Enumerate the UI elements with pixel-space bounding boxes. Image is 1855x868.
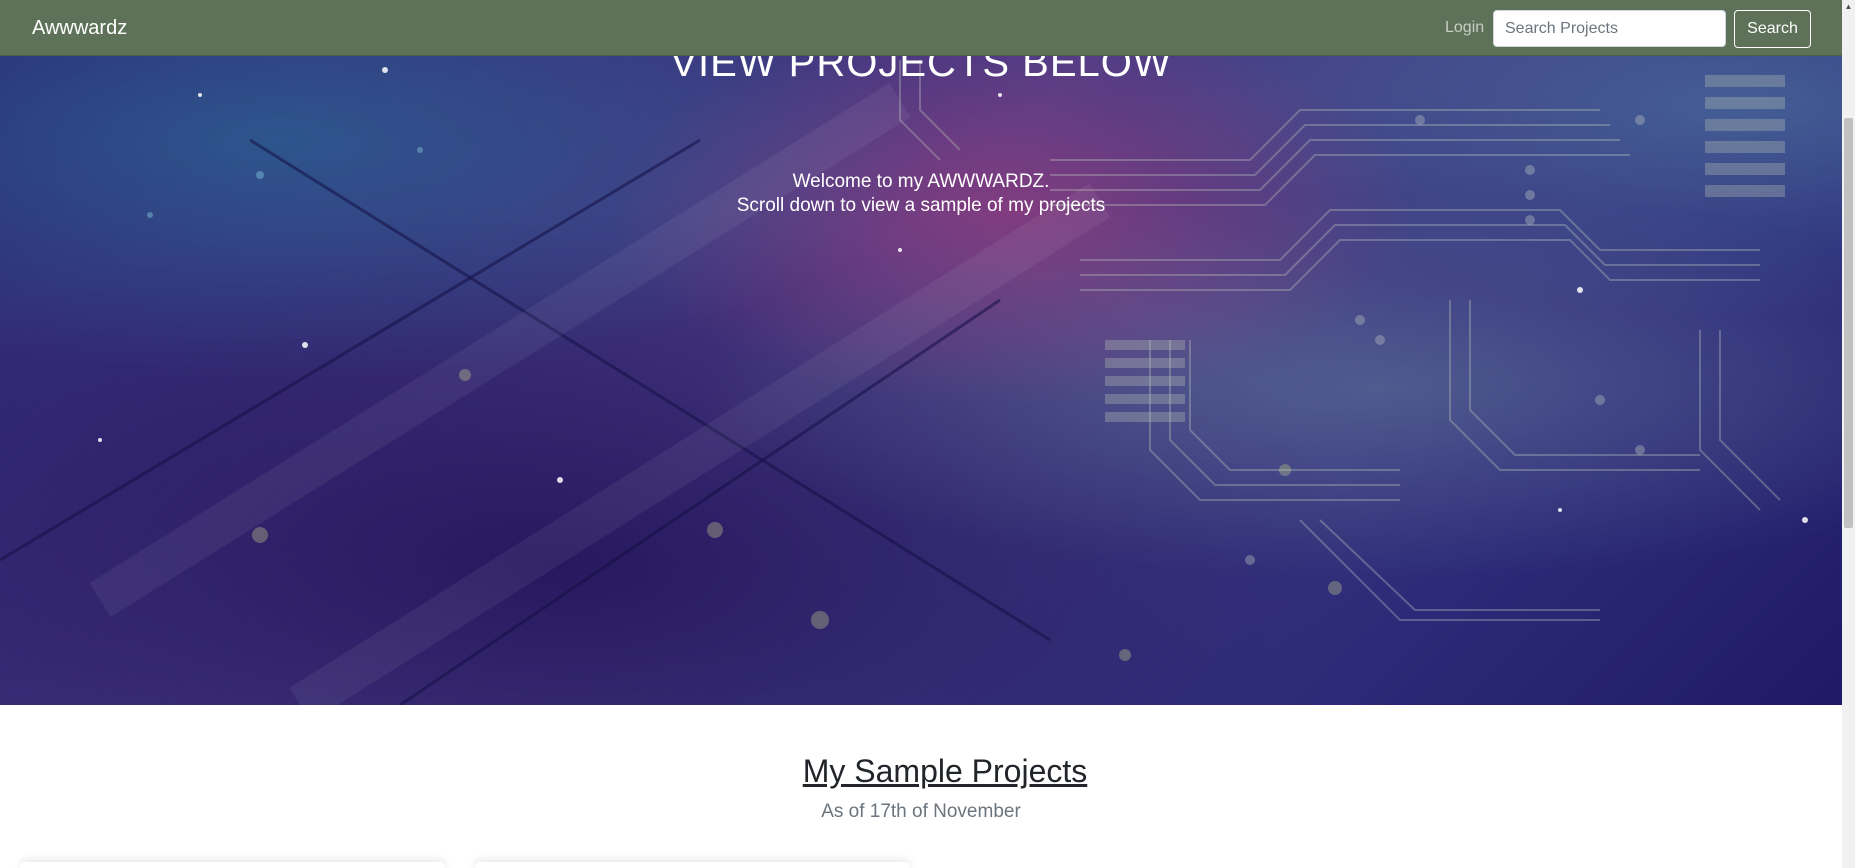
scrollbar-thumb[interactable]: [1844, 118, 1853, 528]
project-card[interactable]: [20, 862, 445, 868]
hero-background-image: [0, 41, 1808, 705]
page: VIEW PROJECTS BELOW Welcome to my AWWWAR…: [0, 0, 1855, 868]
section-subtitle: As of 17th of November: [821, 801, 1021, 822]
section-title: My Sample Projects: [802, 753, 1088, 789]
hero-banner: VIEW PROJECTS BELOW Welcome to my AWWWAR…: [0, 0, 1842, 705]
top-navbar: Awwwardz Login Search: [0, 0, 1855, 56]
brand-link[interactable]: Awwwardz: [32, 17, 127, 39]
project-card[interactable]: [475, 862, 910, 868]
hero-scroll-text: Scroll down to view a sample of my proje…: [736, 195, 1106, 216]
login-link[interactable]: Login: [1445, 19, 1484, 37]
hero-welcome-text: Welcome to my AWWWARDZ.: [792, 171, 1050, 192]
page-scrollbar[interactable]: ▲: [1842, 0, 1855, 868]
search-button[interactable]: Search: [1734, 10, 1811, 48]
scroll-up-arrow-icon[interactable]: ▲: [1842, 0, 1855, 14]
search-input[interactable]: [1493, 10, 1726, 47]
